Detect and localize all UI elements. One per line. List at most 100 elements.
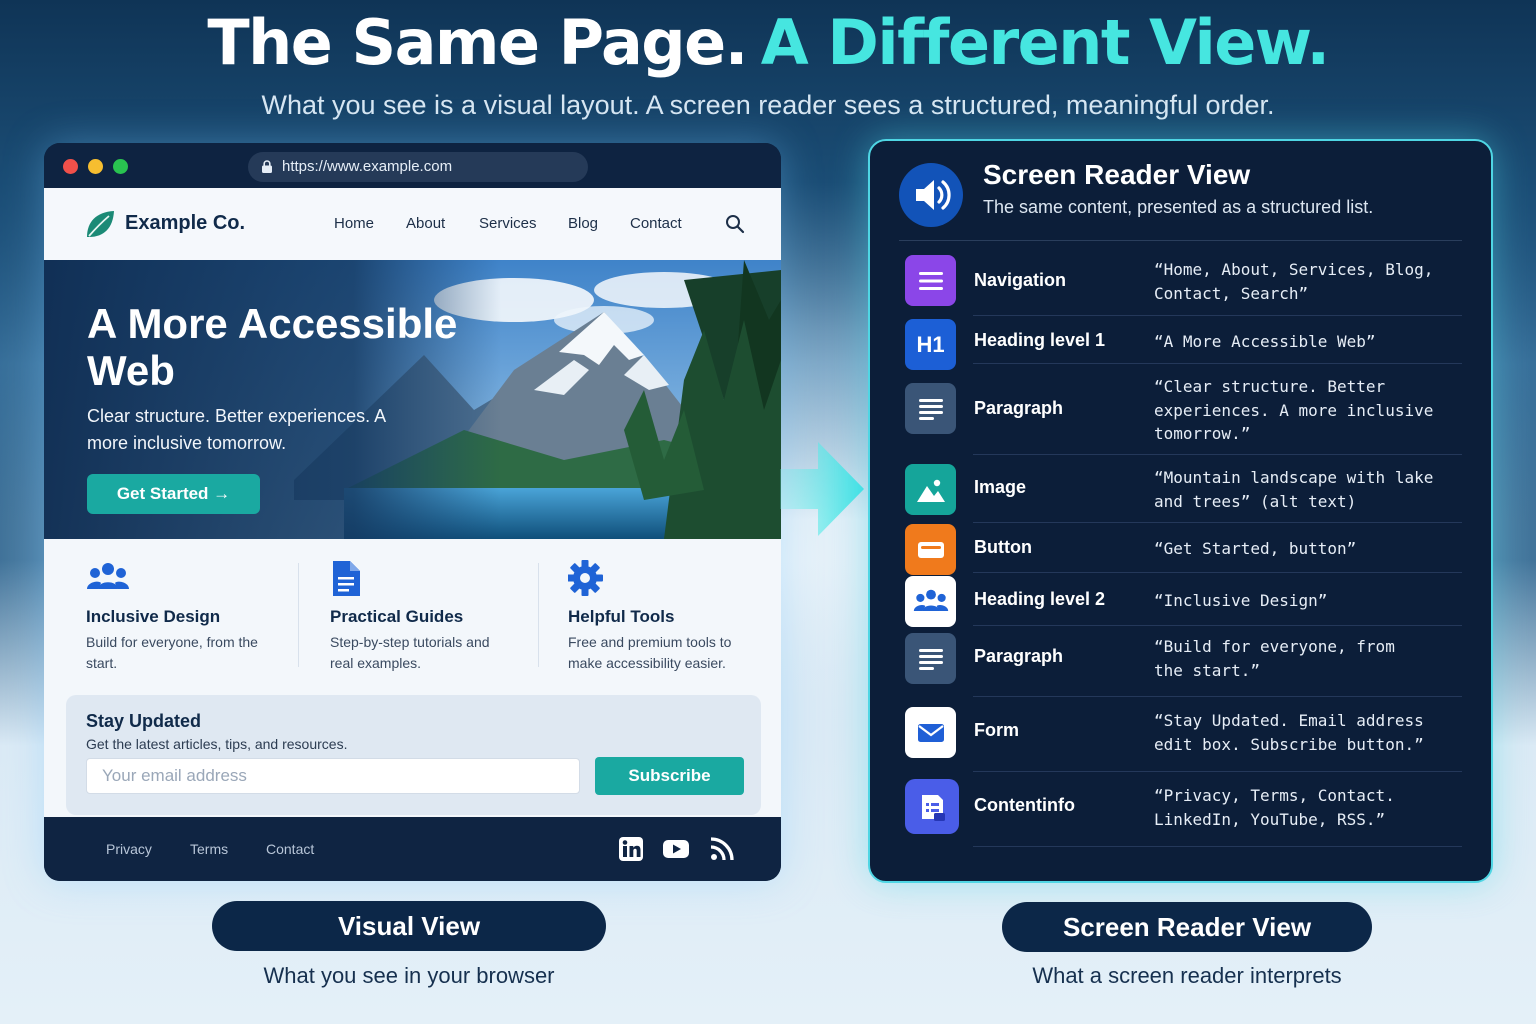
- sr-role-label: Contentinfo: [974, 795, 1075, 815]
- feature-practical-guides: Practical Guides Step-by-step tutorials …: [330, 559, 530, 674]
- h1-icon-text: H1: [916, 331, 945, 357]
- paragraph-icon: [905, 383, 956, 434]
- nav-contact[interactable]: Contact: [630, 215, 682, 232]
- nav-about[interactable]: About: [406, 215, 445, 232]
- sr-announcement: “Home, About, Services, Blog, Contact, S…: [1154, 260, 1434, 303]
- sr-role-label: Form: [974, 720, 1019, 740]
- hero-paragraph: Clear structure. Better experiences. A m…: [87, 406, 386, 453]
- sr-role-label: Button: [974, 537, 1032, 557]
- sr-announcement: “A More Accessible Web”: [1154, 332, 1376, 351]
- sr-announcement: “Stay Updated. Email address edit box. S…: [1154, 711, 1424, 754]
- sr-role-label: Paragraph: [974, 646, 1064, 666]
- row-divider: [973, 315, 1462, 316]
- document-icon: [333, 561, 360, 596]
- sr-role-label: Heading level 2: [974, 589, 1106, 609]
- footer-link-contact[interactable]: Contact: [266, 841, 314, 857]
- get-started-button[interactable]: Get Started →: [87, 474, 260, 514]
- visual-view-label: Visual View: [212, 901, 606, 951]
- url-text: https://www.example.com: [282, 158, 453, 175]
- feature-title: Helpful Tools: [568, 607, 675, 626]
- feature-description: Step-by-step tutorials and real examples…: [330, 634, 490, 671]
- site-footer: Privacy Terms Contact: [44, 817, 781, 881]
- youtube-icon[interactable]: [662, 835, 690, 863]
- newsletter-section: Stay Updated Get the latest articles, ti…: [44, 681, 781, 817]
- row-divider: [973, 625, 1462, 626]
- feature-description: Free and premium tools to make accessibi…: [568, 634, 732, 671]
- newsletter-title: Stay Updated: [86, 711, 202, 731]
- headline-part-1: The Same Page.: [207, 6, 748, 79]
- row-divider: [973, 522, 1462, 523]
- gear-icon: [567, 560, 603, 596]
- row-divider: [973, 696, 1462, 697]
- sr-announcement: “Mountain landscape with lake and trees”…: [1154, 468, 1434, 511]
- screen-reader-view-label: Screen Reader View: [1002, 902, 1372, 952]
- sr-announcement: “Privacy, Terms, Contact. LinkedIn, YouT…: [1154, 786, 1395, 829]
- feature-title: Practical Guides: [330, 607, 464, 626]
- feature-divider: [298, 563, 299, 667]
- row-divider: [973, 572, 1462, 573]
- feature-helpful-tools: Helpful Tools Free and premium tools to …: [567, 559, 768, 674]
- footer-link-privacy[interactable]: Privacy: [106, 841, 152, 857]
- feature-divider: [538, 563, 539, 667]
- sr-announcement: “Get Started, button”: [1154, 539, 1357, 558]
- page-headline: The Same Page. A Different View.: [0, 6, 1536, 79]
- screen-reader-title: Screen Reader View: [983, 159, 1251, 190]
- panel-divider: [899, 240, 1462, 241]
- browser-window: https://www.example.com Example Co. Home…: [44, 143, 781, 881]
- leaf-logo-icon: [87, 211, 114, 237]
- headline-part-2: A Different View.: [760, 6, 1330, 79]
- screen-reader-view-caption: What a screen reader interprets: [1032, 963, 1342, 988]
- newsletter-form: Stay Updated Get the latest articles, ti…: [66, 695, 761, 815]
- feature-description: Build for everyone, from the start.: [86, 634, 258, 671]
- sr-role-label: Paragraph: [974, 398, 1064, 418]
- site-logo-text[interactable]: Example Co.: [125, 212, 245, 235]
- row-divider: [973, 454, 1462, 455]
- get-started-label: Get Started →: [116, 484, 231, 503]
- search-icon[interactable]: [725, 214, 745, 234]
- image-icon: [905, 464, 956, 515]
- lock-icon: [262, 160, 272, 173]
- paragraph-icon: [905, 633, 956, 684]
- h1-icon: H1: [905, 319, 956, 370]
- visual-view-caption: What you see in your browser: [263, 963, 555, 988]
- footer-link-terms[interactable]: Terms: [190, 841, 228, 857]
- envelope-icon: [905, 707, 956, 758]
- features-section: Inclusive Design Build for everyone, fro…: [44, 539, 781, 699]
- row-divider: [973, 363, 1462, 364]
- nav-services[interactable]: Services: [479, 215, 537, 232]
- page-subheadline: What you see is a visual layout. A scree…: [261, 90, 1275, 120]
- nav-blog[interactable]: Blog: [568, 215, 598, 232]
- hero-heading: A More Accessible Web: [87, 300, 458, 394]
- nav-home[interactable]: Home: [334, 215, 374, 232]
- email-field[interactable]: Your email address: [86, 758, 580, 794]
- row-divider: [973, 771, 1462, 772]
- rss-icon[interactable]: [708, 835, 736, 863]
- browser-chrome: https://www.example.com: [44, 143, 781, 188]
- sr-role-label: Navigation: [974, 270, 1067, 290]
- button-icon: [905, 524, 956, 575]
- users-icon: [87, 563, 129, 589]
- subscribe-button[interactable]: Subscribe: [595, 757, 744, 795]
- sr-announcement: “Clear structure. Better experiences. A …: [1154, 377, 1434, 443]
- row-divider: [973, 846, 1462, 847]
- sr-role-label: Heading level 1: [974, 330, 1106, 350]
- feature-title: Inclusive Design: [86, 607, 221, 626]
- screen-reader-subtitle: The same content, presented as a structu…: [983, 197, 1374, 217]
- address-bar[interactable]: https://www.example.com: [248, 152, 588, 182]
- site-header: Example Co. Home About Services Blog Con…: [44, 188, 781, 260]
- maximize-window-dot[interactable]: [113, 159, 128, 174]
- close-window-dot[interactable]: [63, 159, 78, 174]
- newsletter-description: Get the latest articles, tips, and resou…: [86, 736, 348, 752]
- sr-role-label: Image: [974, 477, 1027, 497]
- minimize-window-dot[interactable]: [88, 159, 103, 174]
- footer-icon: [905, 779, 959, 834]
- sr-announcement: “Inclusive Design”: [1154, 591, 1328, 610]
- linkedin-icon[interactable]: [617, 835, 645, 863]
- screen-reader-panel: Screen Reader View The same content, pre…: [868, 139, 1493, 883]
- list-icon: [905, 255, 956, 306]
- feature-inclusive-design: Inclusive Design Build for everyone, fro…: [86, 559, 286, 674]
- sr-announcement: “Build for everyone, from the start.”: [1154, 637, 1395, 680]
- hero-section: A More Accessible Web Clear structure. B…: [44, 260, 781, 539]
- users-icon: [905, 576, 956, 627]
- speaker-icon: [899, 163, 963, 227]
